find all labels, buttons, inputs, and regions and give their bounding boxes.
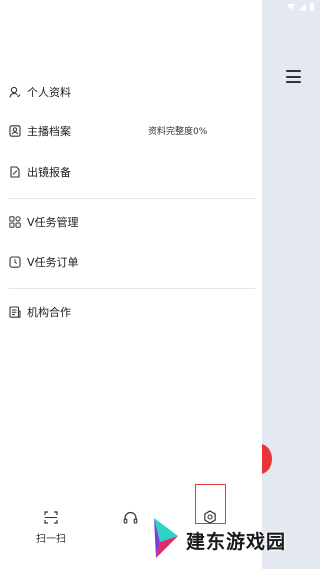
profile-completeness: 资料完整度0% (148, 127, 208, 137)
signal-icon (299, 3, 306, 11)
watermark-text: 建东游戏园 (186, 530, 287, 553)
wifi-icon (287, 4, 295, 10)
menu-item-label: V任务订单 (27, 256, 79, 269)
institution-icon (9, 306, 21, 318)
menu-item-anchor-profile[interactable]: 主播档案 (9, 121, 71, 141)
menu-item-appearance-report[interactable]: 出镜报备 (9, 162, 71, 182)
menu-item-personal-info[interactable]: 个人资料 (9, 82, 71, 102)
support-button[interactable] (123, 509, 138, 528)
task-grid-icon (9, 216, 21, 228)
menu-item-label: V任务管理 (27, 216, 79, 229)
scan-button[interactable]: 扫一扫 (36, 509, 66, 545)
battery-icon (310, 3, 314, 11)
profile-card-icon (9, 125, 21, 137)
user-icon (9, 86, 21, 98)
menu-item-label: 主播档案 (27, 125, 71, 138)
task-order-icon (9, 256, 21, 268)
menu-item-label: 机构合作 (27, 306, 71, 319)
menu-item-label: 个人资料 (27, 86, 71, 99)
scan-icon (44, 509, 58, 528)
report-doc-icon (9, 166, 21, 178)
headset-icon (123, 509, 138, 528)
menu-item-institution-cooperation[interactable]: 机构合作 (9, 302, 71, 322)
background-page (262, 0, 320, 569)
menu-item-v-task-management[interactable]: V任务管理 (9, 212, 79, 232)
status-bar (287, 3, 314, 11)
menu-item-v-task-orders[interactable]: V任务订单 (9, 252, 79, 272)
divider (9, 288, 255, 289)
hamburger-menu-icon[interactable] (286, 70, 301, 83)
menu-item-label: 出镜报备 (27, 166, 71, 179)
divider (9, 198, 255, 199)
scan-label: 扫一扫 (36, 534, 66, 545)
watermark: 建东游戏园 (150, 516, 286, 564)
watermark-logo-icon (150, 516, 180, 564)
side-drawer: 个人资料 主播档案 资料完整度0% 出镜报备 V任务管理 V任务订单 机构合作 (0, 0, 262, 569)
